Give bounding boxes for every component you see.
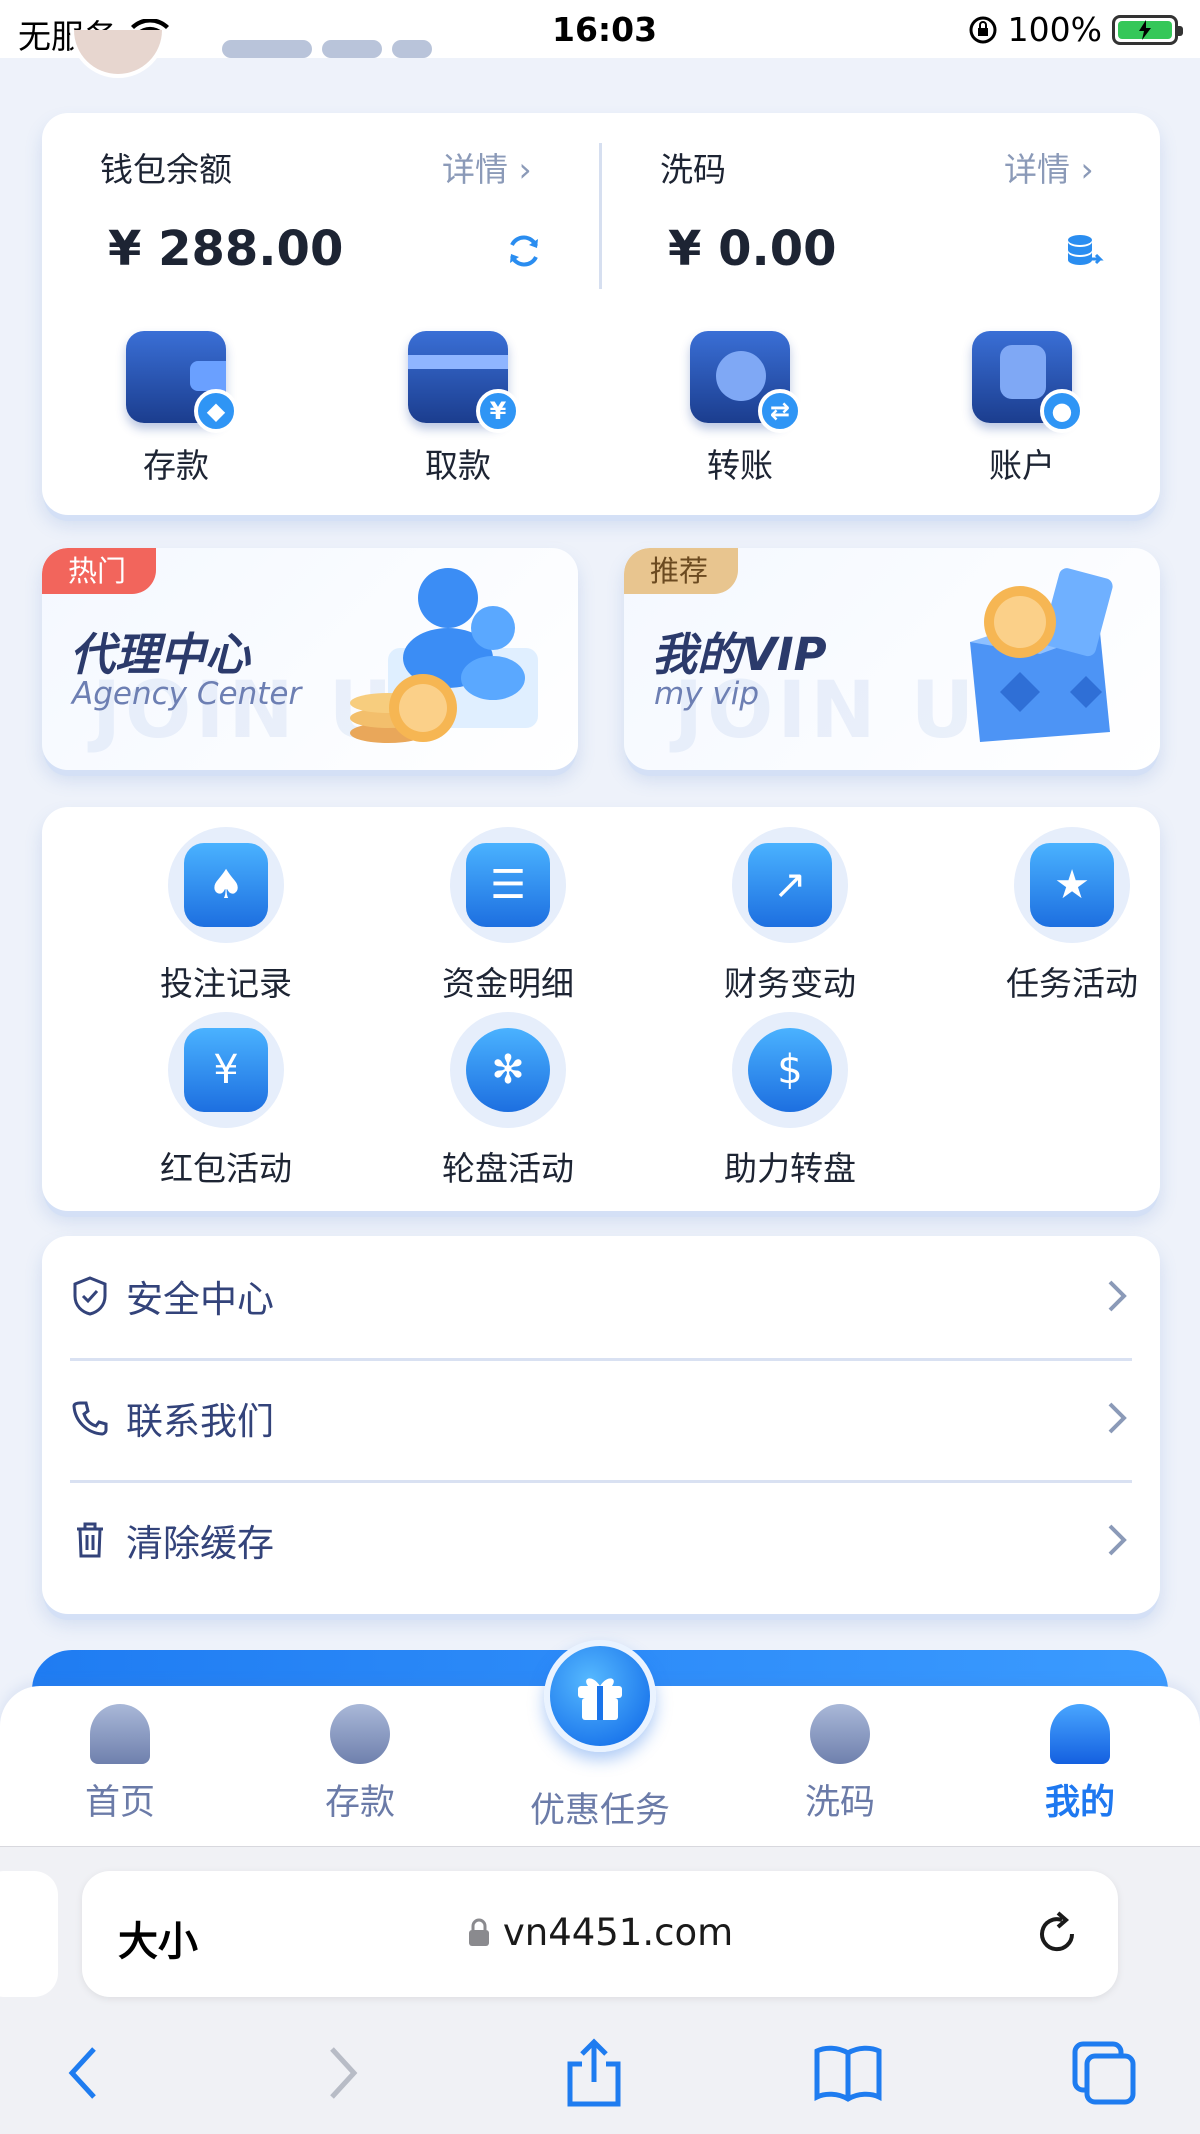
tabs-button[interactable] (1064, 2033, 1144, 2113)
gift-icon (578, 1678, 622, 1720)
wallet-card: 钱包余额 详情 › ¥ 288.00 洗码 详情 › ¥ 0.00 ◆ 存款 ¥… (42, 113, 1160, 515)
lock-icon (468, 1918, 489, 1946)
chevron-right-icon (1108, 1280, 1127, 1312)
red-envelope-icon: ¥ (184, 1028, 268, 1112)
recommend-tag: 推荐 (624, 548, 739, 594)
battery-percent: 100% (1007, 10, 1102, 49)
wash-amount: ¥ 0.00 (668, 221, 837, 277)
refresh-icon[interactable] (504, 231, 544, 271)
bet-records-item[interactable]: ♠ 投注记录 (116, 827, 336, 1005)
transfer-icon: ⇄ (690, 331, 802, 433)
balance-title: 钱包余额 (100, 150, 232, 189)
menu-item-contact-us[interactable]: 联系我们 (70, 1358, 1132, 1478)
orientation-lock-icon (969, 16, 997, 43)
withdraw-action[interactable]: ¥ 取款 (378, 331, 538, 487)
address-bar[interactable]: 大小 vn4451.com (82, 1871, 1118, 1997)
tab-home[interactable]: 首页 (30, 1704, 210, 1825)
tab-deposit[interactable]: 存款 (270, 1704, 450, 1825)
wheel-activity-item[interactable]: ✻ 轮盘活动 (398, 1012, 618, 1190)
bank-card-icon: ¥ (408, 331, 520, 433)
browser-chrome: 大小 vn4451.com (0, 1846, 1200, 2134)
my-vip-card[interactable]: JOIN US 推荐 我的VIP my vip (624, 548, 1160, 770)
database-transfer-icon[interactable] (1064, 231, 1104, 271)
chevron-right-icon (330, 2047, 358, 2099)
bookmarks-button[interactable] (808, 2033, 888, 2113)
battery-icon (1112, 14, 1183, 45)
menu-item-clear-cache[interactable]: 清除缓存 (70, 1480, 1132, 1600)
agency-title: 代理中心 (70, 628, 251, 681)
task-activity-item[interactable]: ★ 任务活动 (962, 827, 1182, 1005)
trash-icon (77, 1522, 103, 1558)
menu-item-security-center[interactable]: 安全中心 (70, 1236, 1132, 1356)
reload-icon[interactable] (1032, 1909, 1082, 1959)
fund-details-item[interactable]: ☰ 资金明细 (398, 827, 618, 1005)
prize-wheel-icon: $ (748, 1028, 832, 1112)
dollar-cycle-icon (810, 1704, 870, 1764)
spade-book-icon: ♠ (184, 843, 268, 927)
forward-button[interactable] (302, 2033, 382, 2113)
book-icon (814, 2045, 882, 2102)
wash-title: 洗码 (660, 150, 726, 189)
agency-center-card[interactable]: JOIN US 热门 代理中心 Agency Center (42, 548, 578, 770)
vip-title: 我的VIP (652, 628, 827, 681)
balance-detail-link[interactable]: 详情 › (442, 143, 532, 191)
transfer-action[interactable]: ⇄ 转账 (660, 331, 820, 487)
account-icon: ● (972, 331, 1084, 433)
phone-icon (72, 1401, 108, 1436)
previous-tab-preview[interactable] (0, 1871, 58, 1997)
chevron-left-icon (68, 2047, 96, 2099)
status-bar: 无服务 16:03 100% (0, 0, 1200, 58)
shield-icon (73, 1276, 107, 1316)
chevron-right-icon (1108, 1402, 1127, 1434)
hot-tag: 热门 (42, 548, 157, 594)
calendar-star-icon: ★ (1030, 843, 1114, 927)
red-packet-item[interactable]: ¥ 红包活动 (116, 1012, 336, 1190)
vip-box-illustration (970, 568, 1113, 742)
promotions-gift-button[interactable] (544, 1640, 656, 1752)
username-placeholder (222, 40, 482, 60)
deposit-icon (330, 1704, 390, 1764)
tabs-icon (1072, 2041, 1136, 2105)
wallet-divider (599, 143, 602, 289)
share-icon (567, 2038, 621, 2107)
url-display[interactable]: vn4451.com (82, 1911, 1118, 1954)
back-button[interactable] (44, 2033, 124, 2113)
finance-changes-item[interactable]: ↗ 财务变动 (680, 827, 900, 1005)
agency-subtitle: Agency Center (72, 676, 302, 712)
notebook-icon: ☰ (466, 843, 550, 927)
vip-subtitle: my vip (654, 676, 760, 712)
deposit-action[interactable]: ◆ 存款 (96, 331, 256, 487)
wash-detail-link[interactable]: 详情 › (1004, 143, 1094, 191)
wheel-icon: ✻ (466, 1028, 550, 1112)
home-icon (90, 1704, 150, 1764)
avatar[interactable] (70, 30, 166, 78)
share-button[interactable] (554, 2033, 634, 2113)
clock: 16:03 (552, 10, 658, 49)
tab-wash[interactable]: 洗码 (750, 1704, 930, 1825)
features-grid: ♠ 投注记录 ☰ 资金明细 ↗ 财务变动 ★ 任务活动 ¥ 红包活动 ✻ 轮盘活… (42, 807, 1160, 1211)
balance-amount: ¥ 288.00 (108, 221, 344, 277)
user-icon (1050, 1704, 1110, 1764)
chevron-right-icon (1108, 1524, 1127, 1556)
browser-toolbar (0, 2033, 1200, 2113)
account-action[interactable]: ● 账户 (942, 331, 1102, 487)
settings-menu: 安全中心 联系我们 清除缓存 (42, 1236, 1160, 1614)
wallet-icon: ◆ (126, 331, 238, 433)
tab-promotions[interactable]: 优惠任务 (510, 1772, 690, 1833)
agency-illustration (350, 568, 538, 743)
assist-wheel-item[interactable]: $ 助力转盘 (680, 1012, 900, 1190)
tab-mine[interactable]: 我的 (990, 1704, 1170, 1825)
chart-trend-icon: ↗ (748, 843, 832, 927)
